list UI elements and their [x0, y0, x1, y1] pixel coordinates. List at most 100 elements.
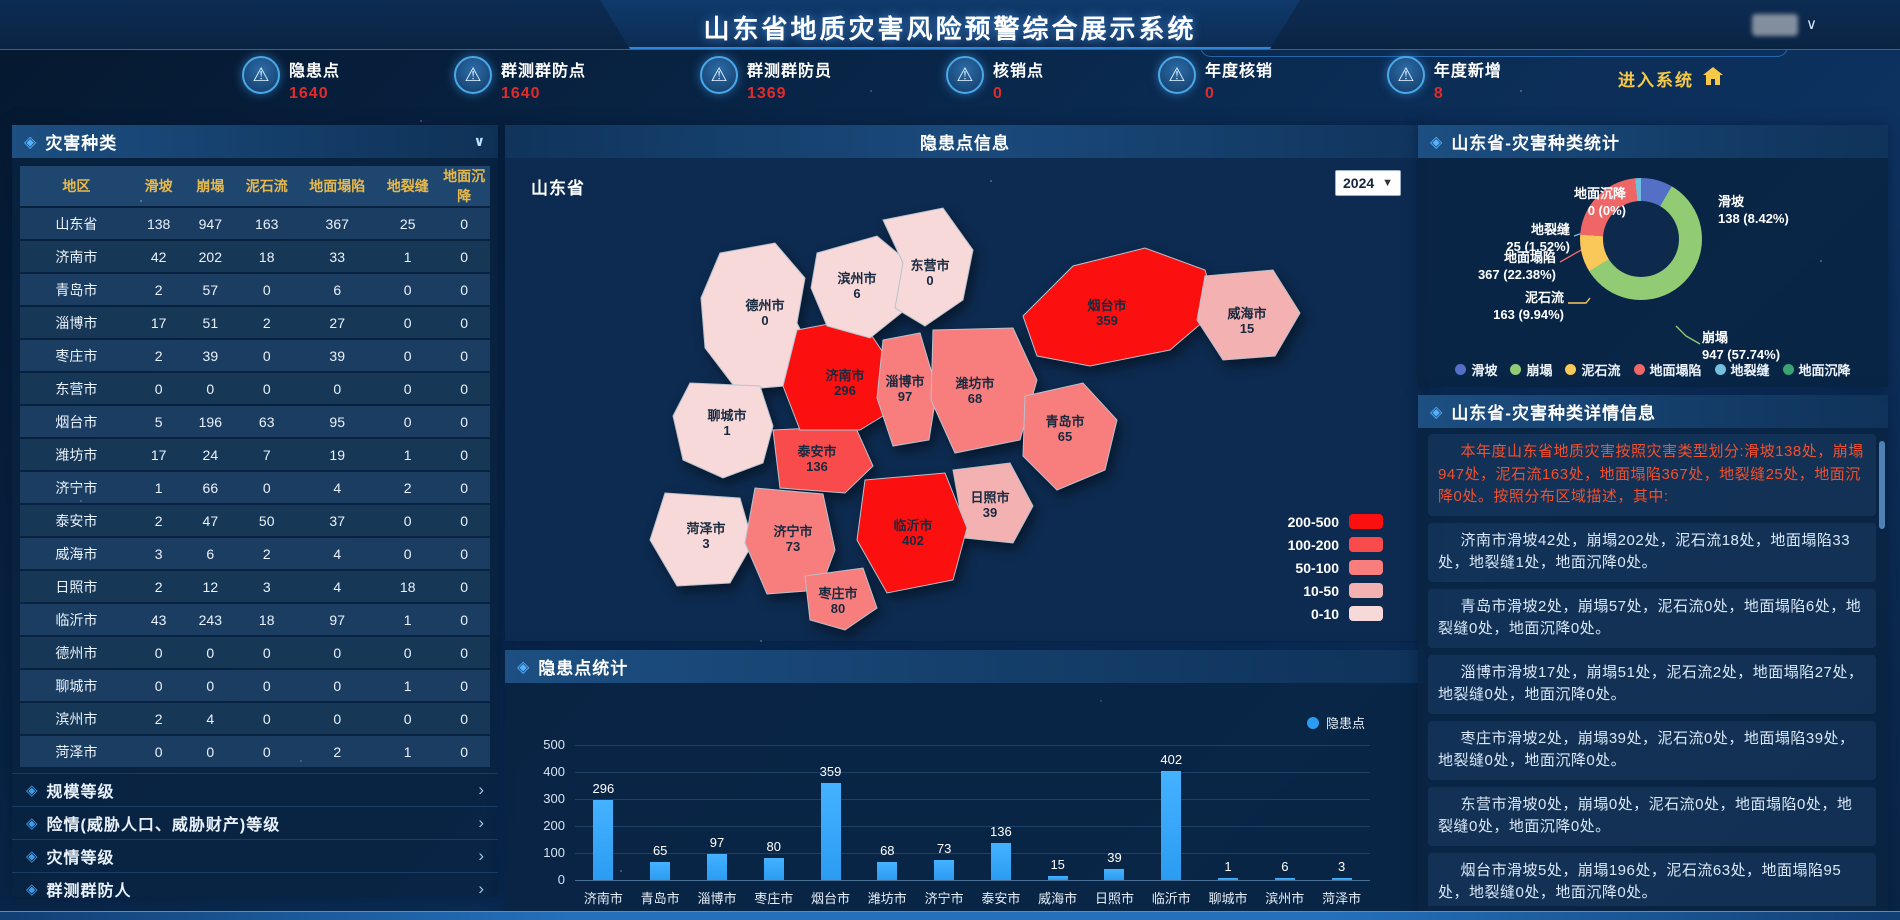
y-axis-tick: 400	[513, 764, 565, 779]
table-row[interactable]: 淄博市175122700	[20, 307, 490, 338]
map-region[interactable]	[857, 473, 967, 593]
pie-legend-item[interactable]: 地面沉降	[1783, 360, 1851, 379]
region-cell: 淄博市	[20, 307, 133, 338]
pie-legend-item[interactable]: 地面塌陷	[1634, 360, 1702, 379]
bar-value-label: 80	[744, 839, 804, 854]
accordion-item-3[interactable]: ◈灾情等级›	[12, 839, 498, 872]
value-cell: 0	[438, 505, 490, 536]
map-region[interactable]	[805, 568, 877, 630]
legend-swatch	[1349, 560, 1383, 575]
stat-item: ⚠核销点0	[946, 56, 1044, 103]
stat-item: ⚠群测群防员1369	[700, 56, 832, 103]
user-avatar[interactable]	[1752, 14, 1798, 36]
table-row[interactable]: 山东省138947163367250	[20, 208, 490, 239]
table-row[interactable]: 滨州市240000	[20, 703, 490, 734]
region-cell: 滨州市	[20, 703, 133, 734]
enter-system-button[interactable]: 进入系统	[1618, 66, 1724, 91]
bar-chart-legend-item[interactable]: 隐患点	[1307, 713, 1365, 732]
table-row[interactable]: 菏泽市000210	[20, 736, 490, 767]
map-region[interactable]	[931, 328, 1037, 453]
table-row[interactable]: 德州市000000	[20, 637, 490, 668]
bar[interactable]	[764, 858, 784, 880]
hazard-stats-panel: ◈ 隐患点统计 隐患点 0100200300400500296济南市65青岛市9…	[505, 650, 1425, 912]
value-cell: 4	[184, 703, 236, 734]
region-cell: 潍坊市	[20, 439, 133, 470]
table-row[interactable]: 枣庄市23903900	[20, 340, 490, 371]
pie-legend-item[interactable]: 泥石流	[1565, 360, 1620, 379]
collapse-chevron-icon[interactable]: ∨	[474, 133, 486, 150]
value-cell: 0	[236, 274, 297, 305]
bar[interactable]	[650, 862, 670, 880]
bar[interactable]	[593, 800, 613, 880]
table-row[interactable]: 聊城市000010	[20, 670, 490, 701]
map-region[interactable]	[650, 493, 753, 586]
stat-label: 核销点	[993, 56, 1044, 81]
region-cell: 山东省	[20, 208, 133, 239]
map-legend-item[interactable]: 10-50	[1288, 579, 1383, 602]
chevron-down-icon[interactable]: ∨	[1806, 15, 1817, 33]
gridline	[575, 799, 1370, 800]
map-region[interactable]	[877, 333, 937, 446]
accordion-item-1[interactable]: ◈规模等级›	[12, 773, 498, 806]
stat-text: 群测群防点1640	[501, 56, 586, 103]
map-region[interactable]	[1023, 383, 1117, 490]
bar[interactable]	[991, 843, 1011, 880]
stat-value: 1640	[289, 85, 340, 103]
pie-legend-label: 泥石流	[1581, 360, 1620, 379]
stat-label: 群测群防员	[747, 56, 832, 81]
bar[interactable]	[1332, 878, 1352, 880]
pie-legend-item[interactable]: 滑坡	[1455, 360, 1497, 379]
table-row[interactable]: 临沂市43243189710	[20, 604, 490, 635]
bar-chart-legend-label: 隐患点	[1326, 713, 1365, 732]
map-legend-item[interactable]: 0-10	[1288, 602, 1383, 625]
hazard-map-panel-header: 隐患点信息	[505, 125, 1425, 158]
map-legend-item[interactable]: 100-200	[1288, 533, 1383, 556]
table-row[interactable]: 烟台市5196639500	[20, 406, 490, 437]
map-legend-item[interactable]: 50-100	[1288, 556, 1383, 579]
column-header: 地面沉降	[438, 166, 490, 206]
map-legend-item[interactable]: 200-500	[1288, 510, 1383, 533]
bar[interactable]	[821, 783, 841, 880]
bar[interactable]	[1161, 771, 1181, 880]
region-cell: 济宁市	[20, 472, 133, 503]
bar[interactable]	[1275, 878, 1295, 880]
value-cell: 0	[377, 406, 438, 437]
table-row[interactable]: 威海市362400	[20, 538, 490, 569]
map-region[interactable]	[673, 383, 773, 478]
bar[interactable]	[707, 854, 727, 880]
table-row[interactable]: 日照市21234180	[20, 571, 490, 602]
table-row[interactable]: 济南市42202183310	[20, 241, 490, 272]
stat-value: 1640	[501, 85, 586, 103]
table-row[interactable]: 东营市000000	[20, 373, 490, 404]
legend-swatch	[1349, 514, 1383, 529]
value-cell: 243	[184, 604, 236, 635]
value-cell: 50	[236, 505, 297, 536]
value-cell: 1	[377, 736, 438, 767]
legend-dot-icon	[1307, 717, 1319, 729]
bar[interactable]	[1104, 869, 1124, 880]
pie-legend-item[interactable]: 崩塌	[1510, 360, 1552, 379]
accordion-item-4[interactable]: ◈群测群防人›	[12, 872, 498, 905]
table-row[interactable]: 泰安市247503700	[20, 505, 490, 536]
page-title: 山东省地质灾害风险预警综合展示系统	[703, 9, 1196, 46]
year-select[interactable]: 2024 ▼	[1335, 170, 1401, 196]
pie-legend-label: 滑坡	[1471, 360, 1497, 379]
map-region[interactable]	[1197, 270, 1300, 360]
disaster-table-body: 山东省138947163367250济南市42202183310青岛市25706…	[20, 208, 490, 767]
scrollbar-thumb[interactable]	[1879, 441, 1885, 529]
bar[interactable]	[1218, 878, 1238, 880]
x-axis-label: 滨州市	[1256, 888, 1314, 907]
table-row[interactable]: 济宁市1660420	[20, 472, 490, 503]
table-row[interactable]: 潍坊市172471910	[20, 439, 490, 470]
bar[interactable]	[934, 860, 954, 880]
map-region[interactable]	[1023, 248, 1217, 366]
table-row[interactable]: 青岛市2570600	[20, 274, 490, 305]
y-axis-tick: 500	[513, 737, 565, 752]
bar[interactable]	[1048, 876, 1068, 880]
value-cell: 1	[377, 241, 438, 272]
map-region[interactable]	[773, 426, 873, 493]
bar[interactable]	[877, 862, 897, 880]
value-cell: 0	[438, 703, 490, 734]
accordion-item-2[interactable]: ◈险情(威胁人口、威胁财产)等级›	[12, 806, 498, 839]
value-cell: 2	[236, 307, 297, 338]
